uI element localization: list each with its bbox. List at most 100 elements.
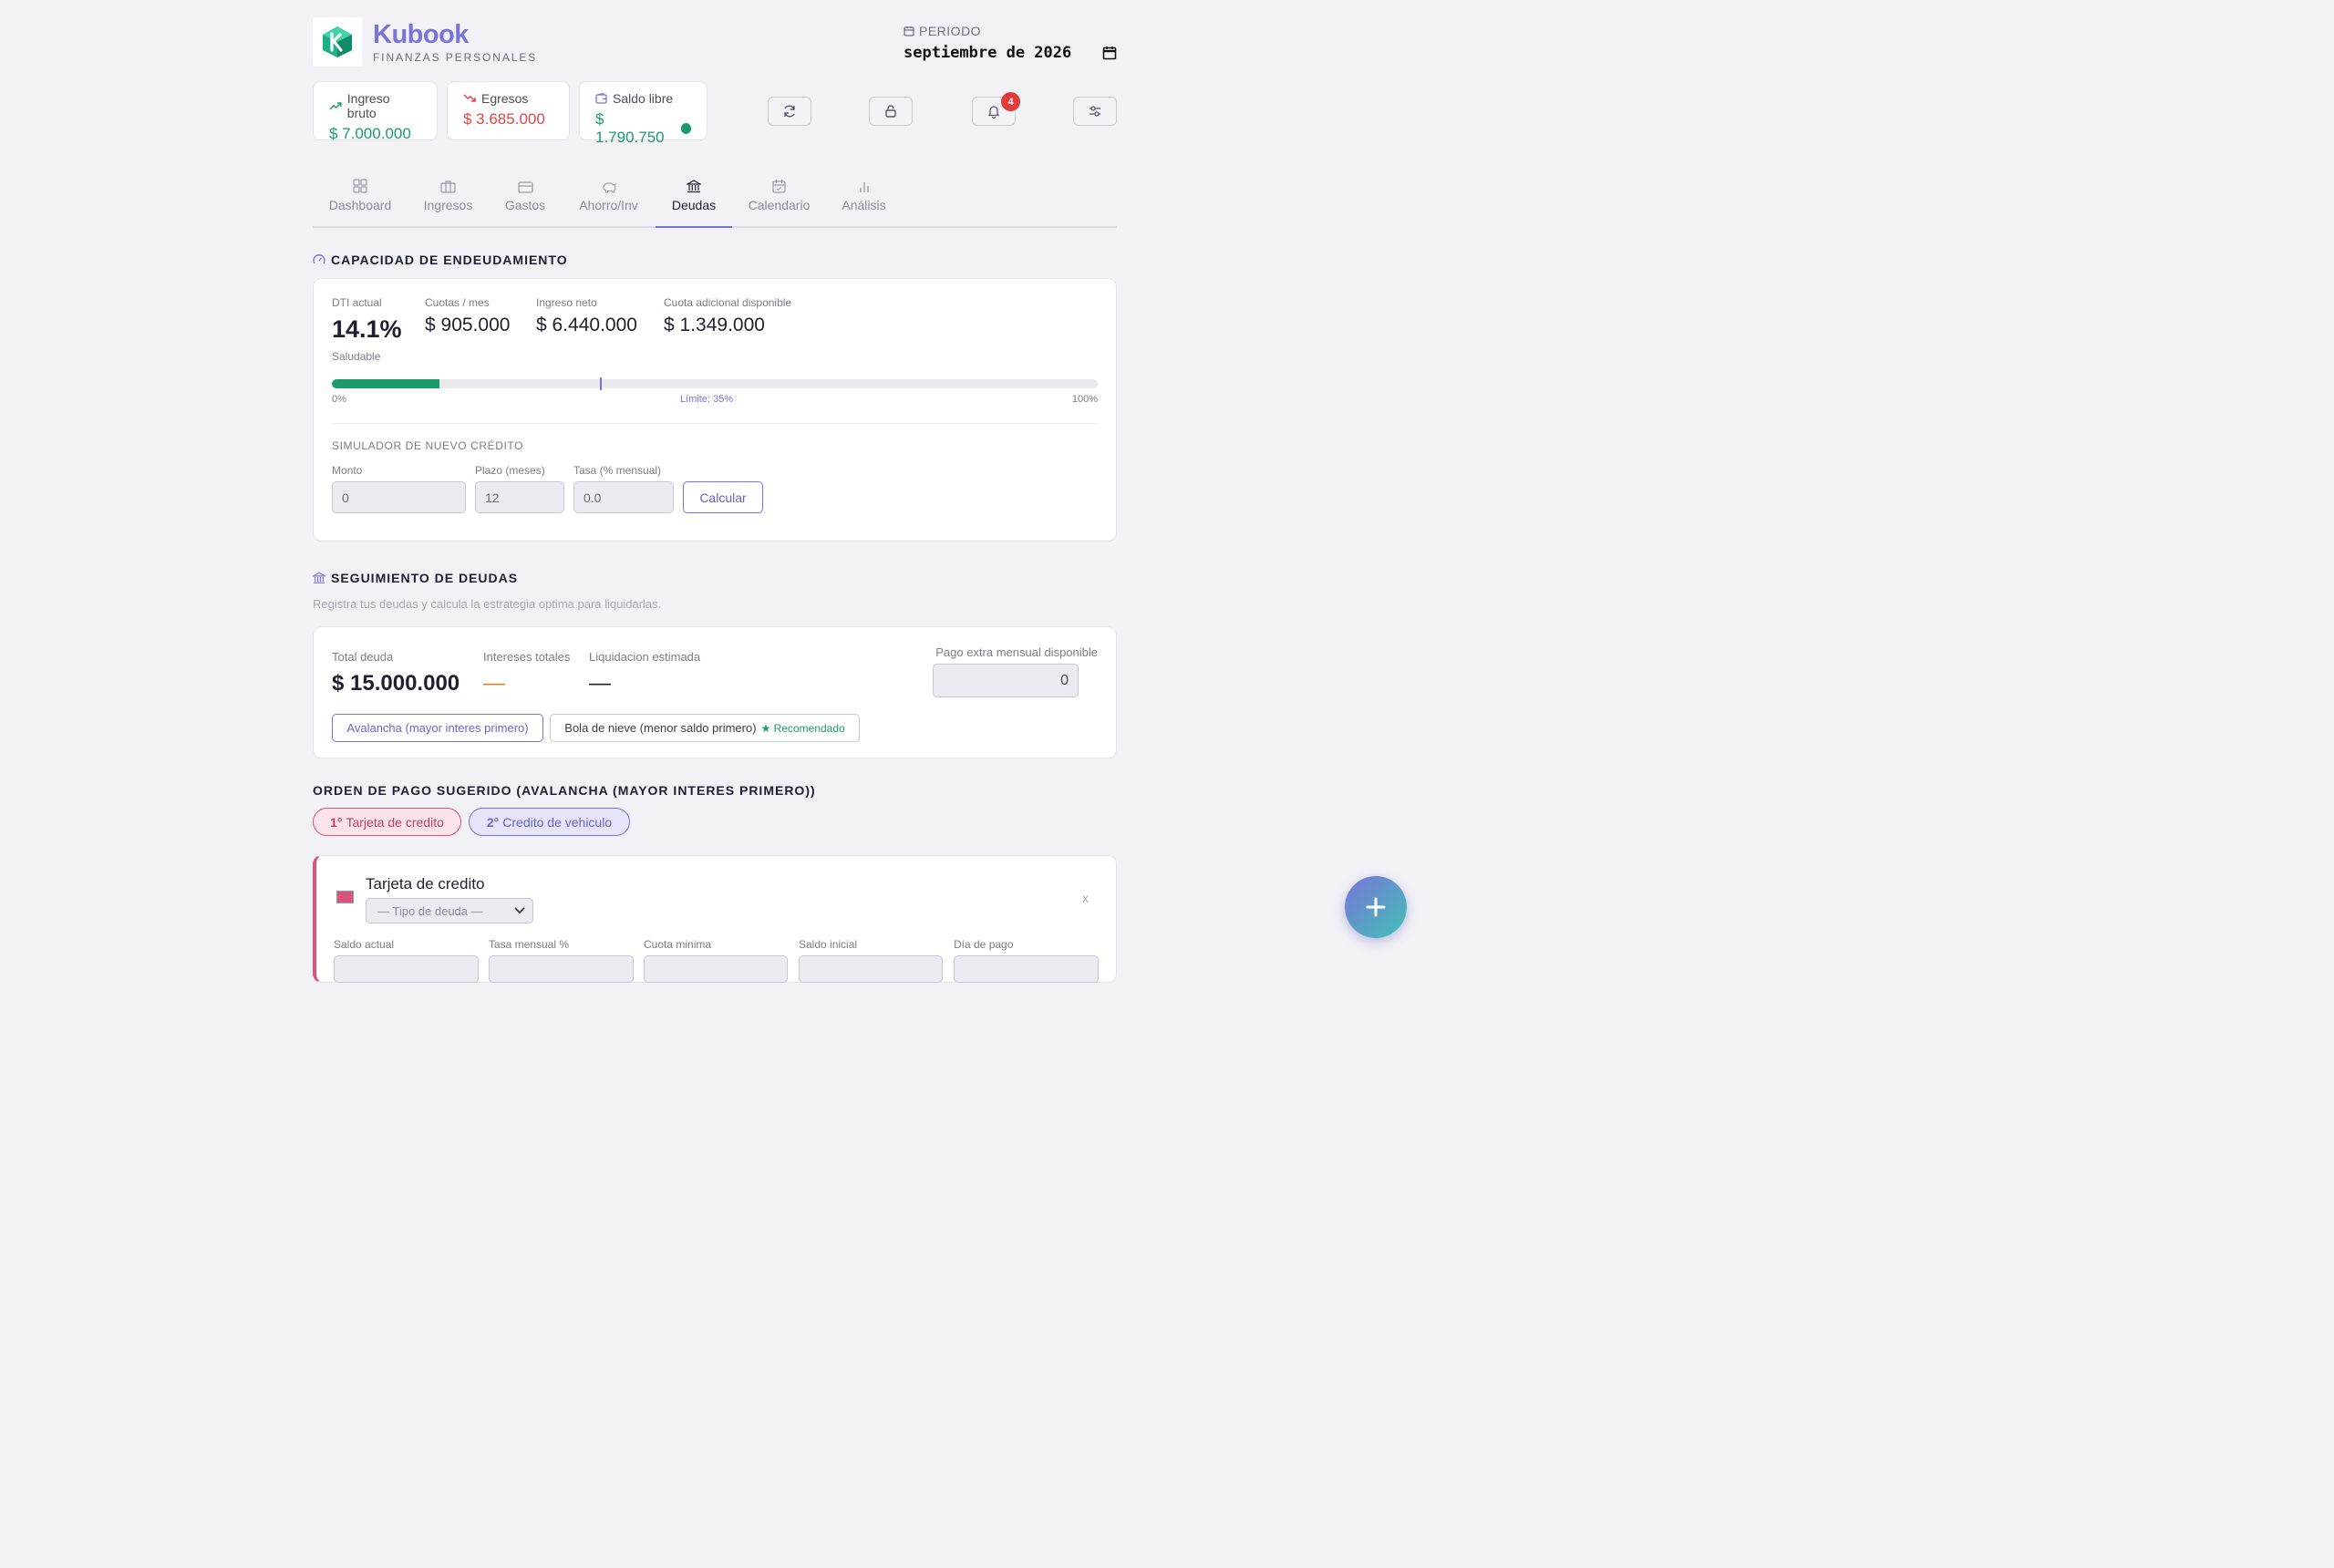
stat-ingreso-bruto: Ingreso bruto $ 7.000.000 (313, 81, 438, 142)
debt-summary-card: Total deuda $ 15.000.000 Intereses total… (313, 626, 1117, 758)
field-label: Saldo inicial (799, 938, 858, 951)
field-label: Tasa mensual % (489, 938, 570, 951)
tab-ahorro[interactable]: Ahorro/Inv (562, 162, 656, 226)
order-name: Credito de vehiculo (502, 814, 613, 830)
sliders-icon (1090, 106, 1100, 117)
stat-label: Ingreso bruto (346, 91, 390, 120)
order-name: Tarjeta de credito (346, 814, 444, 830)
gauge-icon (313, 254, 325, 264)
tab-analisis[interactable]: Análisis (826, 162, 902, 226)
section-title-text: CAPACIDAD DE ENDEUDAMIENTO (331, 253, 568, 267)
stat-value: $ 7.000.000 (329, 125, 411, 142)
logo (313, 17, 362, 67)
strategy-snowball-button[interactable]: Bola de nieve (menor saldo primero) ★ Re… (550, 714, 860, 742)
tab-ingresos[interactable]: Ingresos (408, 162, 489, 226)
period-label: PERIODO (904, 24, 981, 38)
logo-icon (323, 26, 352, 57)
total-deuda-label: Total deuda (332, 650, 394, 664)
snowball-label: Bola de nieve (menor saldo primero) (564, 721, 757, 735)
payment-order-item-1[interactable]: 1° Tarjeta de credito (313, 808, 461, 836)
liquidacion-label: Liquidacion estimada (589, 650, 701, 664)
scale-min-label: 0% (332, 394, 346, 405)
strategy-avalanche-button[interactable]: Avalancha (mayor interes primero) (332, 714, 543, 742)
field-label: Cuota minima (644, 938, 712, 951)
debt-name[interactable]: Tarjeta de credito (366, 875, 484, 893)
tasa-value: 0.0 (584, 490, 602, 505)
notifications-button[interactable]: 4 (972, 92, 1020, 126)
stat-label: Saldo libre (613, 91, 674, 106)
tasa-mensual-input[interactable] (489, 955, 634, 983)
stat-saldo-libre: Saldo libre $ 1.790.750 (579, 81, 707, 146)
trending-up-icon (329, 102, 342, 110)
briefcase-icon (440, 181, 456, 193)
scale-limit-label: Límite: 35% (680, 394, 734, 405)
bank-icon (313, 572, 325, 583)
brand-name: Kubook (373, 20, 469, 49)
field-label: Saldo actual (334, 938, 395, 951)
cuota-adicional-label: Cuota adicional disponible (664, 296, 792, 309)
plazo-value: 12 (485, 490, 500, 505)
remove-debt-button[interactable]: x (1082, 891, 1089, 905)
notification-badge: 4 (1001, 92, 1020, 111)
scale-max-label: 100% (1071, 394, 1098, 405)
dti-progress-bar (332, 377, 1098, 390)
lock-button[interactable] (869, 97, 913, 126)
calendar-picker-icon (1102, 46, 1117, 60)
pago-extra-input[interactable]: 0 (933, 664, 1079, 697)
bell-icon (987, 106, 1000, 119)
plazo-input[interactable]: 12 (475, 481, 564, 513)
tab-dashboard[interactable]: Dashboard (313, 162, 408, 226)
tab-gastos[interactable]: Gastos (489, 162, 562, 226)
bar-chart-icon (859, 182, 869, 192)
plazo-label: Plazo (meses) (475, 464, 545, 477)
monto-value: 0 (342, 490, 349, 505)
tab-label: Deudas (671, 198, 717, 212)
saldo-inicial-input[interactable] (799, 955, 943, 983)
tab-calendario[interactable]: Calendario (732, 162, 826, 226)
add-button[interactable] (1345, 876, 1407, 938)
main-tabs: Dashboard Ingresos Gastos Ahorro/Inv Deu… (313, 162, 1117, 228)
debt-color-swatch[interactable] (336, 891, 354, 903)
ingreso-neto-value: $ 6.440.000 (536, 315, 637, 335)
capacity-section-title: CAPACIDAD DE ENDEUDAMIENTO (313, 253, 568, 267)
dia-pago-input[interactable] (954, 955, 1099, 983)
monto-input[interactable]: 0 (332, 481, 466, 513)
plus-icon (1366, 897, 1386, 917)
order-rank: 2° (486, 814, 500, 830)
cuotas-label: Cuotas / mes (425, 296, 490, 309)
stat-egresos: Egresos $ 3.685.000 (447, 81, 570, 140)
monto-label: Monto (332, 464, 363, 477)
intereses-value: — (483, 671, 505, 696)
tasa-input[interactable]: 0.0 (573, 481, 674, 513)
pago-extra-value: 0 (1060, 672, 1069, 688)
refresh-button[interactable] (768, 97, 811, 126)
tab-deudas[interactable]: Deudas (656, 162, 732, 228)
calendar-icon (772, 180, 786, 193)
unlock-icon (885, 105, 896, 118)
stat-value: $ 1.790.750 (595, 110, 665, 146)
tracking-description: Registra tus deudas y calcula la estrate… (313, 597, 662, 611)
tracking-section-title: SEGUIMIENTO DE DEUDAS (313, 571, 518, 585)
period-month-input[interactable]: septiembre de 2026 (904, 42, 1117, 64)
chevron-down-icon (514, 907, 525, 914)
piggy-bank-icon (603, 182, 616, 193)
brand-subtitle: FINANZAS PERSONALES (373, 51, 538, 64)
cuota-minima-input[interactable] (644, 955, 788, 983)
calendar-small-icon (904, 26, 914, 36)
payment-order-item-2[interactable]: 2° Credito de vehiculo (469, 808, 630, 836)
debt-card: Tarjeta de credito — Tipo de deuda — x S… (313, 855, 1117, 983)
ingreso-neto-label: Ingreso neto (536, 296, 597, 309)
payment-order-title: ORDEN DE PAGO SUGERIDO (AVALANCHA (MAYOR… (313, 783, 816, 798)
saldo-actual-input[interactable] (334, 955, 479, 983)
wallet-icon (595, 93, 607, 104)
bank-icon (687, 180, 701, 193)
credit-card-icon (517, 181, 533, 193)
tab-label: Ahorro/Inv (579, 198, 638, 212)
section-title-text: ORDEN DE PAGO SUGERIDO (AVALANCHA (MAYOR… (313, 783, 816, 798)
stat-value: $ 3.685.000 (463, 110, 545, 128)
debt-type-select[interactable]: — Tipo de deuda — (366, 898, 533, 923)
dti-value: 14.1% (332, 315, 402, 343)
settings-button[interactable] (1073, 97, 1117, 126)
calcular-button[interactable]: Calcular (683, 481, 763, 513)
total-deuda-value: $ 15.000.000 (332, 671, 460, 696)
